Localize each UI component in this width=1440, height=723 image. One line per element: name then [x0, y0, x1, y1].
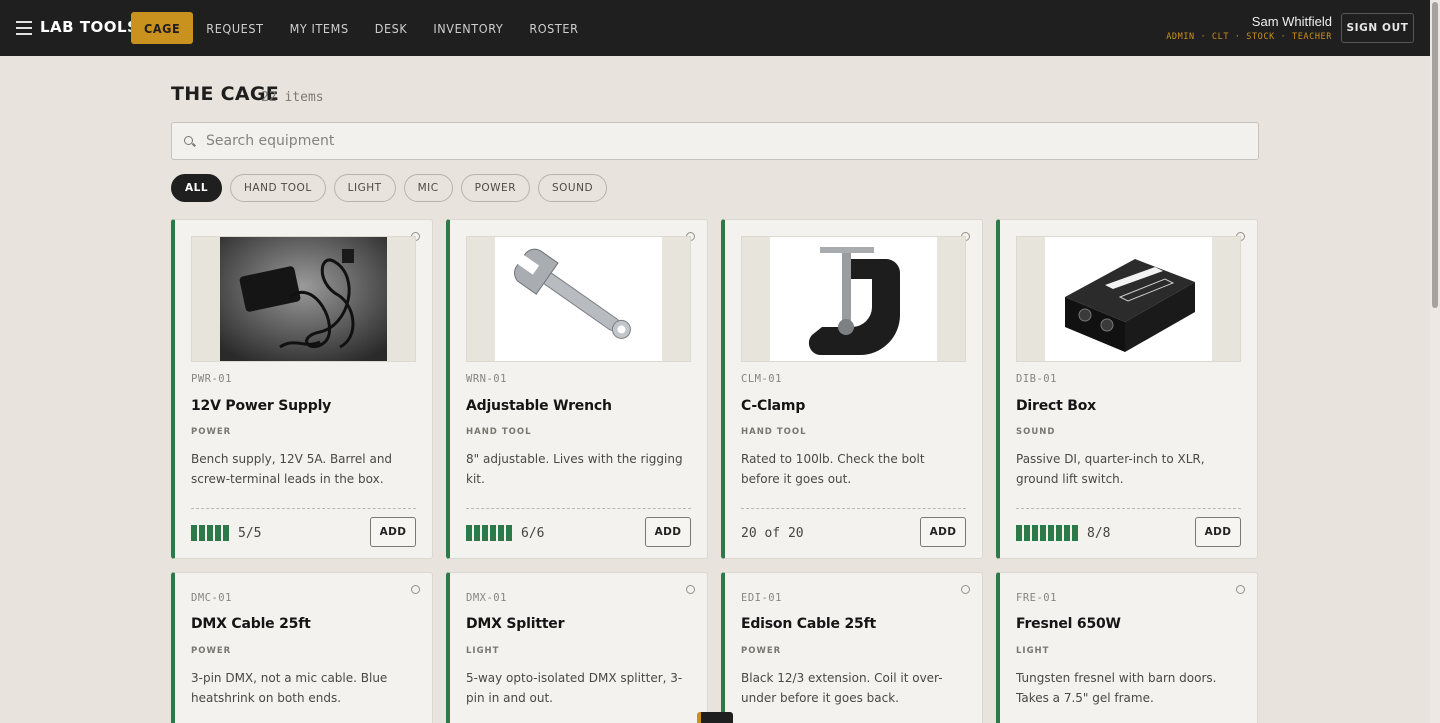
item-code: CLM-01: [741, 373, 782, 385]
add-button[interactable]: ADD: [1195, 517, 1241, 547]
item-description: Passive DI, quarter-inch to XLR, ground …: [1016, 452, 1205, 486]
item-description: Tungsten fresnel with barn doors. Takes …: [1016, 671, 1217, 705]
power-supply-image: [220, 237, 387, 361]
item-category: POWER: [191, 427, 232, 437]
item-name[interactable]: 12V Power Supply: [191, 398, 331, 414]
item-category: LIGHT: [466, 646, 500, 656]
item-count: 22 items: [261, 90, 324, 105]
item-photo: [191, 236, 416, 362]
stock-count: 20 of 20: [741, 525, 804, 541]
item-description: Rated to 100lb. Check the bolt before it…: [741, 452, 925, 486]
select-circle-icon[interactable]: [686, 585, 695, 594]
item-description: 3-pin DMX, not a mic cable. Blue heatshr…: [191, 671, 388, 705]
item-name[interactable]: DMX Cable 25ft: [191, 616, 311, 632]
item-name[interactable]: DMX Splitter: [466, 616, 565, 632]
page-scrollbar[interactable]: [1430, 0, 1440, 723]
category-filters: ALL HAND TOOL LIGHT MIC POWER SOUND: [171, 174, 608, 202]
item-category: LIGHT: [1016, 646, 1050, 656]
equipment-card[interactable]: DMC-01 DMX Cable 25ft POWER 3-pin DMX, n…: [171, 572, 433, 723]
filter-power[interactable]: POWER: [460, 174, 530, 202]
item-name[interactable]: C-Clamp: [741, 398, 805, 414]
nav-cage[interactable]: CAGE: [131, 12, 194, 44]
user-name: Sam Whitfield: [1251, 14, 1332, 29]
item-name[interactable]: Direct Box: [1016, 398, 1096, 414]
select-circle-icon[interactable]: [1236, 585, 1245, 594]
item-name[interactable]: Adjustable Wrench: [466, 398, 612, 414]
item-code: DIB-01: [1016, 373, 1057, 385]
item-code: WRN-01: [466, 373, 507, 385]
item-category: POWER: [191, 646, 232, 656]
item-category: POWER: [741, 646, 782, 656]
card-divider: [466, 508, 691, 509]
user-roles: ADMIN · CLT · STOCK · TEACHER: [1166, 32, 1332, 42]
scrollbar-thumb[interactable]: [1432, 2, 1438, 308]
stock-count: 8/8: [1087, 525, 1111, 541]
add-button[interactable]: ADD: [920, 517, 966, 547]
item-photo: [741, 236, 966, 362]
direct-box-image: [1045, 237, 1212, 361]
item-description: Black 12/3 extension. Coil it over-under…: [741, 671, 943, 705]
item-photo: [466, 236, 691, 362]
equipment-card[interactable]: WRN-01 Adjustable Wrench HAND TOOL 8" ad…: [446, 219, 708, 559]
item-name[interactable]: Fresnel 650W: [1016, 616, 1121, 632]
item-category: HAND TOOL: [741, 427, 807, 437]
search-icon: [184, 136, 193, 145]
search-input[interactable]: [206, 123, 1246, 159]
item-description: 5-way opto-isolated DMX splitter, 3-pin …: [466, 671, 683, 705]
item-code: DMC-01: [191, 592, 232, 604]
wrench-image: [495, 237, 662, 361]
add-button[interactable]: ADD: [370, 517, 416, 547]
item-category: HAND TOOL: [466, 427, 532, 437]
stock-bars: [191, 525, 229, 541]
menu-icon[interactable]: [16, 21, 32, 35]
stock-count: 5/5: [238, 525, 262, 541]
stock-indicator: 8/8: [1016, 523, 1110, 543]
search-bar: [171, 122, 1259, 160]
add-button[interactable]: ADD: [645, 517, 691, 547]
filter-light[interactable]: LIGHT: [333, 174, 396, 202]
item-description: Bench supply, 12V 5A. Barrel and screw-t…: [191, 452, 393, 486]
select-circle-icon[interactable]: [411, 585, 420, 594]
nav-inventory[interactable]: INVENTORY: [420, 12, 516, 44]
stock-bars: [1016, 525, 1078, 541]
sign-out-button[interactable]: SIGN OUT: [1341, 13, 1414, 43]
equipment-card[interactable]: DIB-01 Direct Box SOUND Passive DI, quar…: [996, 219, 1258, 559]
stock-indicator: 20 of 20: [741, 523, 804, 543]
top-nav-bar: LAB TOOLS CAGE REQUEST MY ITEMS DESK INV…: [0, 0, 1430, 56]
item-name[interactable]: Edison Cable 25ft: [741, 616, 876, 632]
item-category: SOUND: [1016, 427, 1056, 437]
nav-my-items[interactable]: MY ITEMS: [277, 12, 362, 44]
item-code: EDI-01: [741, 592, 782, 604]
nav-roster[interactable]: ROSTER: [516, 12, 591, 44]
equipment-card[interactable]: EDI-01 Edison Cable 25ft POWER Black 12/…: [721, 572, 983, 723]
select-circle-icon[interactable]: [961, 585, 970, 594]
filter-sound[interactable]: SOUND: [538, 174, 608, 202]
item-description: 8" adjustable. Lives with the rigging ki…: [466, 452, 683, 486]
filter-mic[interactable]: MIC: [403, 174, 453, 202]
equipment-card[interactable]: CLM-01 C-Clamp HAND TOOL Rated to 100lb.…: [721, 219, 983, 559]
card-divider: [741, 508, 966, 509]
equipment-card[interactable]: DMX-01 DMX Splitter LIGHT 5-way opto-iso…: [446, 572, 708, 723]
brand-logo[interactable]: LAB TOOLS: [40, 18, 138, 36]
equipment-card[interactable]: FRE-01 Fresnel 650W LIGHT Tungsten fresn…: [996, 572, 1258, 723]
stock-indicator: 6/6: [466, 523, 544, 543]
stock-indicator: 5/5: [191, 523, 261, 543]
c-clamp-image: [770, 237, 937, 361]
item-code: PWR-01: [191, 373, 232, 385]
stock-bars: [466, 525, 512, 541]
main-nav: CAGE REQUEST MY ITEMS DESK INVENTORY ROS…: [131, 12, 592, 44]
item-code: DMX-01: [466, 592, 507, 604]
stock-count: 6/6: [521, 525, 545, 541]
item-photo: [1016, 236, 1241, 362]
user-info: Sam Whitfield ADMIN · CLT · STOCK · TEAC…: [1166, 14, 1332, 42]
filter-all[interactable]: ALL: [171, 174, 223, 202]
card-divider: [191, 508, 416, 509]
item-code: FRE-01: [1016, 592, 1057, 604]
card-divider: [1016, 508, 1241, 509]
nav-request[interactable]: REQUEST: [193, 12, 276, 44]
nav-desk[interactable]: DESK: [362, 12, 421, 44]
filter-hand-tool[interactable]: HAND TOOL: [230, 174, 326, 202]
floating-cart-button[interactable]: [697, 712, 733, 723]
equipment-card[interactable]: PWR-01 12V Power Supply POWER Bench supp…: [171, 219, 433, 559]
